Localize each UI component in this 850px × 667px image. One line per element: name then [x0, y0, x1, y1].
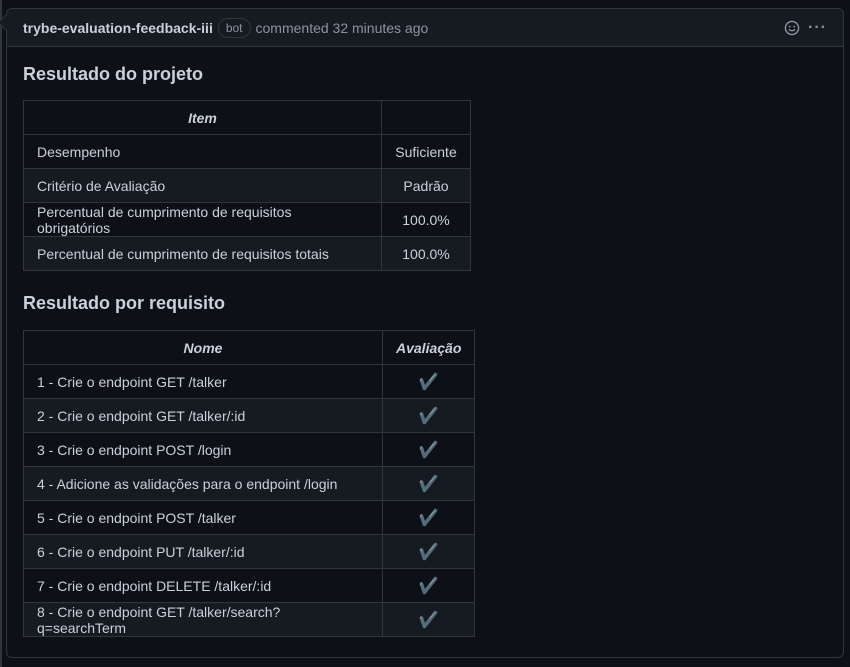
- row-value: 100.0%: [381, 236, 471, 271]
- col-header-value: [381, 100, 471, 135]
- requirement-name: 1 - Crie o endpoint GET /talker: [23, 364, 383, 399]
- requirement-name: 3 - Crie o endpoint POST /login: [23, 432, 383, 467]
- table-row: 8 - Crie o endpoint GET /talker/search?q…: [23, 602, 476, 637]
- requirement-name: 4 - Adicione as validações para o endpoi…: [23, 466, 383, 501]
- table-row: 6 - Crie o endpoint PUT /talker/:id ✔️: [23, 534, 476, 569]
- col-header-name: Nome: [23, 330, 383, 365]
- check-icon: ✔️: [381, 500, 476, 535]
- row-label: Percentual de cumprimento de requisitos …: [23, 236, 382, 271]
- table-row: Desempenho Suficiente: [23, 134, 471, 169]
- smiley-icon[interactable]: [784, 20, 800, 36]
- project-result-heading: Resultado do projeto: [23, 64, 203, 84]
- requirement-name: 6 - Crie o endpoint PUT /talker/:id: [23, 534, 383, 569]
- bot-badge: bot: [217, 17, 251, 38]
- check-icon: ✔️: [381, 364, 476, 399]
- table-row: 3 - Crie o endpoint POST /login ✔️: [23, 432, 476, 467]
- comment-author[interactable]: trybe-evaluation-feedback-iii: [23, 20, 213, 36]
- requirement-name: 2 - Crie o endpoint GET /talker/:id: [23, 398, 383, 433]
- check-icon: ✔️: [381, 568, 476, 603]
- comment-box: trybe-evaluation-feedback-iii bot commen…: [6, 8, 844, 658]
- col-header-evaluation: Avaliação: [381, 330, 476, 365]
- requirement-name: 7 - Crie o endpoint DELETE /talker/:id: [23, 568, 383, 603]
- row-label: Percentual de cumprimento de requisitos …: [23, 202, 382, 237]
- row-value: Padrão: [381, 168, 471, 203]
- timeline-line: [0, 0, 2, 667]
- table-row: 4 - Adicione as validações para o endpoi…: [23, 466, 476, 501]
- requirements-result-heading: Resultado por requisito: [23, 293, 226, 313]
- table-row: 1 - Crie o endpoint GET /talker ✔️: [23, 364, 476, 399]
- row-value: Suficiente: [381, 134, 471, 169]
- requirements-result-table: Nome Avaliação 1 - Crie o endpoint GET /…: [23, 330, 476, 637]
- check-icon: ✔️: [381, 432, 476, 467]
- check-icon: ✔️: [381, 602, 476, 637]
- comment-timestamp[interactable]: commented 32 minutes ago: [256, 20, 429, 36]
- comment-body: Resultado do projeto Item Desempenho Suf…: [7, 47, 843, 637]
- check-icon: ✔️: [381, 398, 476, 433]
- table-row: Percentual de cumprimento de requisitos …: [23, 236, 471, 271]
- table-row: 7 - Crie o endpoint DELETE /talker/:id ✔…: [23, 568, 476, 603]
- comment-actions: ···: [784, 9, 827, 47]
- table-row: Critério de Avaliação Padrão: [23, 168, 471, 203]
- row-label: Desempenho: [23, 134, 382, 169]
- project-result-table: Item Desempenho Suficiente Critério de A…: [23, 100, 471, 271]
- check-icon: ✔️: [381, 466, 476, 501]
- col-header-item: Item: [23, 100, 382, 135]
- row-value: 100.0%: [381, 202, 471, 237]
- kebab-menu-icon[interactable]: ···: [808, 19, 827, 37]
- row-label: Critério de Avaliação: [23, 168, 382, 203]
- check-icon: ✔️: [381, 534, 476, 569]
- requirement-name: 8 - Crie o endpoint GET /talker/search?q…: [23, 602, 383, 637]
- table-row: 5 - Crie o endpoint POST /talker ✔️: [23, 500, 476, 535]
- table-row: 2 - Crie o endpoint GET /talker/:id ✔️: [23, 398, 476, 433]
- table-row: Percentual de cumprimento de requisitos …: [23, 202, 471, 237]
- comment-header: trybe-evaluation-feedback-iii bot commen…: [7, 9, 843, 47]
- requirement-name: 5 - Crie o endpoint POST /talker: [23, 500, 383, 535]
